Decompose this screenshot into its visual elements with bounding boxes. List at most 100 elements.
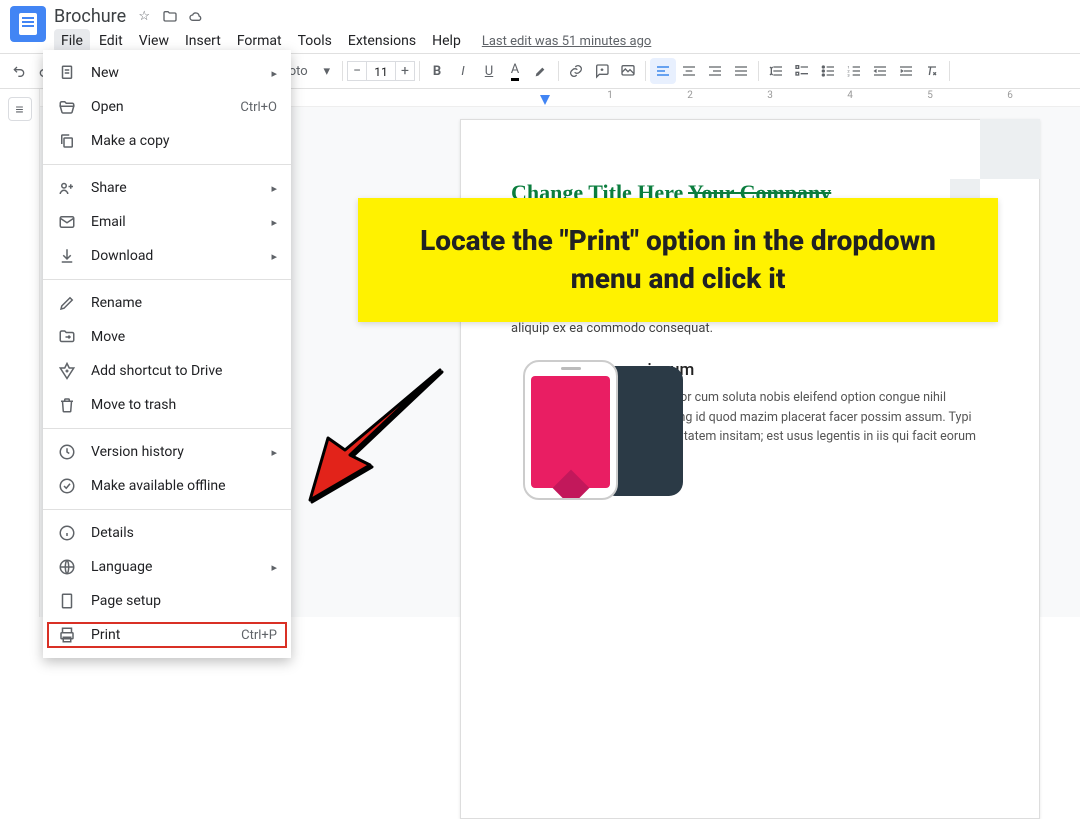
indent-decrease-button[interactable]	[867, 58, 893, 84]
instruction-arrow-icon	[290, 360, 460, 514]
ruler-mark: 6	[1007, 90, 1013, 101]
menu-item-label: Make available offline	[91, 478, 226, 494]
chevron-right-icon: ▸	[271, 446, 277, 459]
insert-image-button[interactable]	[615, 58, 641, 84]
text-color-button[interactable]: A	[502, 58, 528, 84]
ruler-mark: 1	[607, 90, 613, 101]
file-menu-dropdown: New ▸ Open Ctrl+O Make a copy Share ▸ Em…	[43, 50, 291, 658]
menu-item-label: Open	[91, 99, 124, 115]
history-icon	[57, 442, 77, 462]
italic-button[interactable]: I	[450, 58, 476, 84]
offline-icon	[57, 476, 77, 496]
menu-item-label: Rename	[91, 295, 142, 311]
menu-item-trash[interactable]: Move to trash	[43, 388, 291, 422]
align-right-button[interactable]	[702, 58, 728, 84]
menu-item-page-setup[interactable]: Page setup	[43, 584, 291, 618]
menu-item-open[interactable]: Open Ctrl+O	[43, 90, 291, 124]
ruler-mark: 4	[847, 90, 853, 101]
new-doc-icon	[57, 63, 77, 83]
product-image[interactable]	[511, 360, 575, 500]
outline-toggle-icon[interactable]: ≡	[8, 97, 32, 121]
checklist-button[interactable]	[789, 58, 815, 84]
indent-increase-button[interactable]	[893, 58, 919, 84]
menu-item-label: New	[91, 65, 119, 81]
globe-icon	[57, 557, 77, 577]
bold-button[interactable]: B	[424, 58, 450, 84]
document-title[interactable]: Brochure	[54, 6, 126, 27]
font-size-increase[interactable]: +	[395, 61, 415, 81]
menu-item-add-shortcut[interactable]: Add shortcut to Drive	[43, 354, 291, 388]
folder-open-icon	[57, 97, 77, 117]
menu-item-version-history[interactable]: Version history ▸	[43, 435, 291, 469]
align-left-button[interactable]	[650, 58, 676, 84]
download-icon	[57, 246, 77, 266]
menu-item-move[interactable]: Move	[43, 320, 291, 354]
menu-shortcut: Ctrl+O	[240, 100, 277, 115]
ruler-mark: 3	[767, 90, 773, 101]
chevron-right-icon: ▸	[271, 67, 277, 80]
left-rail: ≡	[0, 89, 40, 617]
menu-extensions[interactable]: Extensions	[341, 29, 423, 53]
email-icon	[57, 212, 77, 232]
highlight-button[interactable]	[528, 58, 554, 84]
font-size-decrease[interactable]: −	[347, 61, 367, 81]
add-shortcut-icon	[57, 361, 77, 381]
menu-item-download[interactable]: Download ▸	[43, 239, 291, 273]
svg-text:3: 3	[847, 72, 849, 77]
line-spacing-button[interactable]	[763, 58, 789, 84]
copy-icon	[57, 131, 77, 151]
menu-tools[interactable]: Tools	[291, 29, 339, 53]
move-folder-icon[interactable]	[162, 9, 178, 25]
trash-icon	[57, 395, 77, 415]
menu-item-label: Make a copy	[91, 133, 170, 149]
clear-formatting-button[interactable]	[919, 58, 945, 84]
chevron-right-icon: ▸	[271, 216, 277, 229]
menu-item-label: Details	[91, 525, 134, 541]
font-size-value[interactable]: 11	[367, 61, 395, 81]
menu-item-rename[interactable]: Rename	[43, 286, 291, 320]
chevron-down-icon: ▾	[323, 64, 330, 79]
move-icon	[57, 327, 77, 347]
undo-button[interactable]	[6, 58, 32, 84]
indent-marker-icon[interactable]	[540, 95, 550, 105]
numbered-list-button[interactable]: 123	[841, 58, 867, 84]
chevron-right-icon: ▸	[271, 250, 277, 263]
menu-item-label: Language	[91, 559, 152, 575]
print-icon	[57, 625, 77, 645]
chevron-right-icon: ▸	[271, 561, 277, 574]
bulleted-list-button[interactable]	[815, 58, 841, 84]
page-corner-decoration	[950, 119, 1040, 209]
insert-link-button[interactable]	[563, 58, 589, 84]
menu-separator	[43, 509, 291, 510]
ruler-mark: 2	[687, 90, 693, 101]
page-setup-icon	[57, 591, 77, 611]
underline-button[interactable]: U	[476, 58, 502, 84]
menu-item-label: Move to trash	[91, 397, 176, 413]
menu-item-label: Add shortcut to Drive	[91, 363, 222, 379]
last-edit-link[interactable]: Last edit was 51 minutes ago	[482, 34, 652, 49]
menu-item-label: Email	[91, 214, 126, 230]
rename-icon	[57, 293, 77, 313]
menu-item-share[interactable]: Share ▸	[43, 171, 291, 205]
menu-item-language[interactable]: Language ▸	[43, 550, 291, 584]
menu-item-print[interactable]: Print Ctrl+P	[43, 618, 291, 652]
star-icon[interactable]: ☆	[136, 9, 152, 25]
menu-separator	[43, 428, 291, 429]
align-center-button[interactable]	[676, 58, 702, 84]
menu-item-label: Page setup	[91, 593, 161, 609]
docs-logo[interactable]	[10, 6, 46, 42]
chevron-right-icon: ▸	[271, 182, 277, 195]
instruction-callout: Locate the "Print" option in the dropdow…	[358, 198, 998, 322]
menu-shortcut: Ctrl+P	[241, 628, 277, 643]
menu-item-new[interactable]: New ▸	[43, 56, 291, 90]
menu-item-make-copy[interactable]: Make a copy	[43, 124, 291, 158]
menu-item-email[interactable]: Email ▸	[43, 205, 291, 239]
align-justify-button[interactable]	[728, 58, 754, 84]
menu-item-offline[interactable]: Make available offline	[43, 469, 291, 503]
info-icon	[57, 523, 77, 543]
menu-item-label: Version history	[91, 444, 184, 460]
add-comment-button[interactable]	[589, 58, 615, 84]
menu-item-details[interactable]: Details	[43, 516, 291, 550]
cloud-status-icon[interactable]	[188, 9, 204, 25]
menu-help[interactable]: Help	[425, 29, 468, 53]
